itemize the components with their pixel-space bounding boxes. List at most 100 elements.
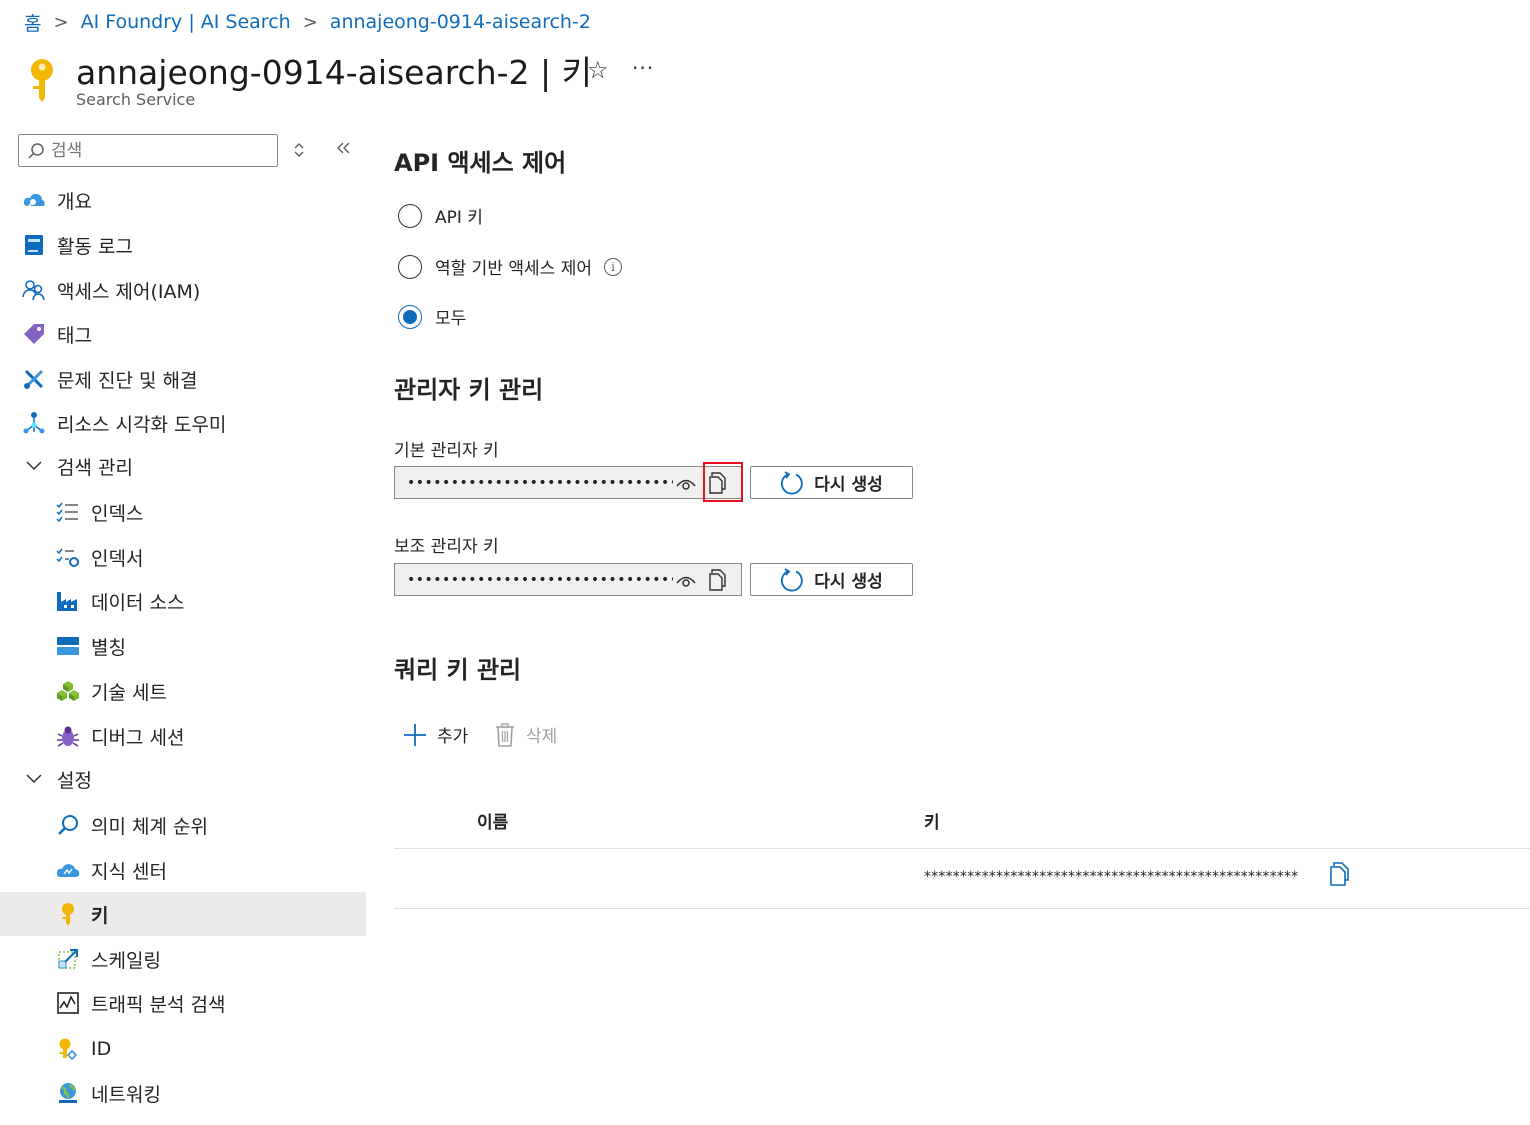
copy-highlight-box [703, 462, 743, 502]
people-icon [22, 278, 46, 302]
sidebar-item-label: 키 [91, 904, 109, 927]
delete-label: 삭제 [526, 727, 558, 747]
index-list-icon [56, 500, 80, 524]
sidebar-item-knowledge-center[interactable]: 지식 센터 [0, 848, 366, 892]
delete-query-key-button[interactable]: 삭제 [494, 722, 557, 747]
eye-icon[interactable] [675, 570, 697, 594]
scale-icon [56, 947, 80, 971]
column-header-name[interactable]: 이름 [477, 808, 508, 833]
wrench-icon [22, 367, 46, 391]
refresh-icon [780, 567, 804, 592]
sidebar-search-input[interactable] [49, 139, 263, 162]
column-header-key[interactable]: 키 [924, 808, 940, 833]
table-row: ****************************************… [394, 849, 1530, 909]
sidebar-item-networking[interactable]: 네트워킹 [0, 1071, 366, 1115]
copy-icon[interactable] [1329, 862, 1351, 890]
key-icon [24, 56, 60, 104]
sidebar-item-traffic-analytics[interactable]: 트래픽 분석 검색 [0, 981, 366, 1025]
sidebar-item-label: 지식 센터 [91, 860, 167, 883]
sidebar-item-visualizer[interactable]: 리소스 시각화 도우미 [0, 401, 366, 445]
sidebar-item-label: 데이터 소스 [91, 591, 185, 614]
radio-button-selected[interactable] [398, 304, 422, 329]
sidebar-group-label: 설정 [57, 769, 92, 792]
collapse-sidebar-icon[interactable] [335, 138, 351, 163]
sidebar-item-label: 인덱스 [91, 502, 144, 525]
section-heading-query-keys: 쿼리 키 관리 [394, 656, 522, 684]
secondary-admin-key-value: ••••••••••••••••••••••••••••••••••••... [407, 571, 673, 588]
sidebar-item-scaling[interactable]: 스케일링 [0, 937, 366, 981]
sidebar-item-overview[interactable]: 개요 [0, 178, 366, 222]
key-icon [56, 902, 80, 926]
eye-icon[interactable] [675, 473, 697, 497]
chart-icon [56, 991, 80, 1015]
primary-admin-key-value: ••••••••••••••••••••••••••••••••••••... [407, 474, 673, 491]
secondary-admin-key-field: ••••••••••••••••••••••••••••••••••••... [394, 563, 742, 596]
sidebar-item-label: 태그 [57, 324, 92, 347]
cloud-search-icon [22, 188, 46, 212]
radio-button[interactable] [398, 203, 422, 228]
indexer-icon [56, 545, 80, 569]
sidebar-item-debug-session[interactable]: 디버그 세션 [0, 714, 366, 758]
sidebar-item-label: 문제 진단 및 해결 [57, 369, 198, 392]
breadcrumb-resource[interactable]: annajeong-0914-aisearch-2 [330, 11, 591, 33]
sidebar-item-diagnose[interactable]: 문제 진단 및 해결 [0, 357, 366, 401]
more-options-button[interactable]: ··· [632, 54, 656, 82]
secondary-admin-key-label: 보조 관리자 키 [394, 537, 499, 557]
sort-icon[interactable] [292, 140, 306, 164]
radio-option-api-key[interactable]: API 키 [398, 203, 483, 228]
sidebar-item-iam[interactable]: 액세스 제어(IAM) [0, 268, 366, 312]
sidebar-search[interactable] [18, 134, 278, 167]
chevron-right-icon: > [53, 11, 69, 33]
regenerate-secondary-button[interactable]: 다시 생성 [750, 563, 913, 596]
breadcrumb-ai-foundry[interactable]: AI Foundry | AI Search [81, 11, 291, 33]
sidebar-item-identity[interactable]: ID [0, 1027, 366, 1071]
radio-option-rbac[interactable]: 역할 기반 액세스 제어 i [398, 254, 622, 279]
sidebar-item-skillset[interactable]: 기술 세트 [0, 669, 366, 713]
sidebar-item-activity-log[interactable]: 활동 로그 [0, 223, 366, 267]
sidebar-item-label: 네트워킹 [91, 1083, 161, 1106]
copy-icon[interactable] [708, 569, 728, 595]
breadcrumb-home[interactable]: 홈 [24, 9, 41, 36]
sidebar-item-label: 활동 로그 [57, 235, 133, 258]
sidebar-item-alias[interactable]: 별칭 [0, 624, 366, 668]
section-heading-api-access: API 액세스 제어 [394, 149, 567, 177]
sidebar-item-indexer[interactable]: 인덱서 [0, 535, 366, 579]
sidebar-item-semantic-ranker[interactable]: 의미 체계 순위 [0, 803, 366, 847]
regenerate-primary-button[interactable]: 다시 생성 [750, 466, 913, 499]
info-icon[interactable]: i [603, 257, 622, 276]
trash-icon [494, 722, 516, 747]
sidebar-group-settings[interactable]: 설정 [0, 757, 366, 801]
bug-icon [56, 724, 80, 748]
primary-admin-key-field: ••••••••••••••••••••••••••••••••••••... [394, 466, 742, 499]
search-icon [27, 142, 49, 160]
page-title: annajeong-0914-aisearch-2 | 키 [76, 53, 592, 92]
favorite-star-icon[interactable]: ☆ [587, 56, 611, 84]
search-icon [56, 813, 80, 837]
radio-option-both[interactable]: 모두 [398, 304, 466, 329]
page-subtitle: Search Service [76, 90, 196, 109]
breadcrumb: 홈 > AI Foundry | AI Search > annajeong-0… [24, 8, 591, 36]
radio-label: 모두 [435, 309, 467, 329]
add-query-key-button[interactable]: 추가 [403, 722, 468, 747]
sidebar-item-label: 액세스 제어(IAM) [57, 280, 201, 303]
activity-log-icon [22, 233, 46, 257]
chevron-right-icon: > [302, 11, 318, 33]
section-heading-admin-keys: 관리자 키 관리 [394, 376, 544, 404]
sidebar-group-label: 검색 관리 [57, 456, 133, 479]
radio-button[interactable] [398, 254, 422, 279]
globe-icon [56, 1081, 80, 1105]
refresh-icon [780, 470, 804, 495]
identity-key-icon [56, 1037, 80, 1061]
sidebar-item-tags[interactable]: 태그 [0, 312, 366, 356]
sidebar-item-data-source[interactable]: 데이터 소스 [0, 579, 366, 623]
sidebar-group-search-management[interactable]: 검색 관리 [0, 444, 366, 488]
sidebar-item-label: 기술 세트 [91, 681, 167, 704]
sidebar-item-index[interactable]: 인덱스 [0, 490, 366, 534]
cubes-icon [56, 679, 80, 703]
factory-icon [56, 589, 80, 613]
sidebar-item-keys[interactable]: 키 [0, 892, 366, 936]
sidebar-item-label: 스케일링 [91, 949, 161, 972]
sidebar-item-label: 개요 [57, 190, 92, 213]
chevron-down-icon [22, 773, 46, 785]
regenerate-label: 다시 생성 [814, 572, 883, 592]
